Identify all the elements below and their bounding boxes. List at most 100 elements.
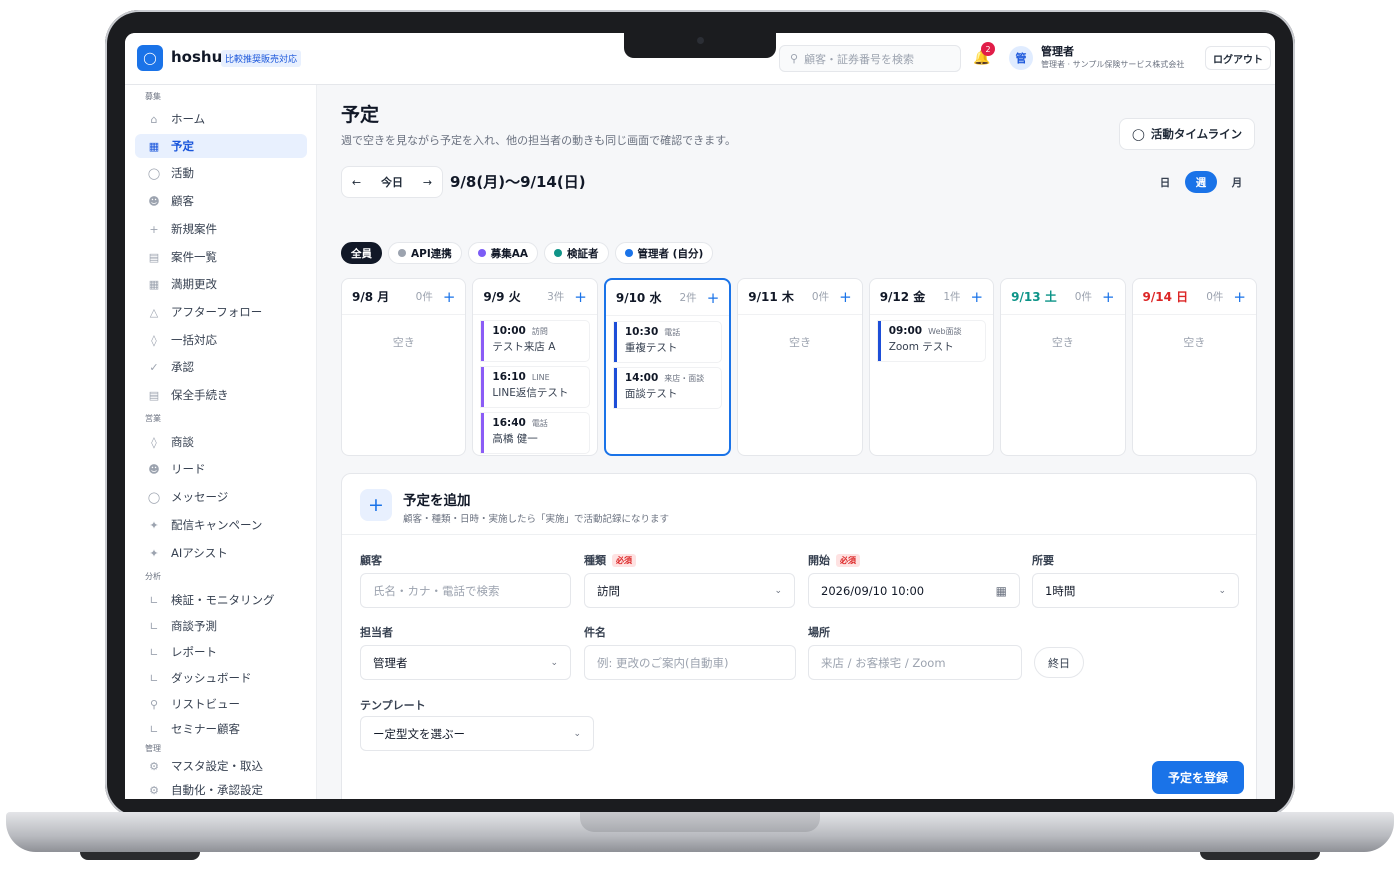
filter-label: 全員	[351, 247, 372, 260]
sidebar-item-forecast[interactable]: ∟ 商談予測	[135, 614, 307, 638]
chart-icon: ∟	[149, 722, 159, 736]
event-card[interactable]: 14:00 来店・面談 面談テスト	[613, 368, 722, 408]
sidebar-item-maintenance[interactable]: ▤ 保全手続き	[135, 383, 307, 407]
day-column-selected[interactable]: 9/10 水 2件 + 10:30 電話 重複テスト 14:00 来店・面談 面談テスト	[603, 278, 732, 456]
add-event-icon[interactable]: +	[839, 288, 852, 306]
event-title: 面談テスト	[624, 388, 678, 400]
sidebar-item-master[interactable]: ⚙ マスタ設定・取込	[135, 754, 307, 778]
layers-icon: ◊	[151, 333, 157, 347]
chevron-down-icon: ⌄	[774, 585, 782, 596]
sidebar-item-seminar[interactable]: ∟ セミナー顧客	[135, 717, 307, 741]
label-text: 場所	[808, 626, 830, 639]
place-input[interactable]: 来店 / お客様宅 / Zoom	[808, 645, 1022, 680]
add-event-icon[interactable]: +	[1102, 288, 1115, 306]
sidebar-item-dashboard[interactable]: ∟ ダッシュボード	[135, 666, 307, 690]
customer-search-input[interactable]: 氏名・カナ・電話で検索	[360, 573, 571, 608]
sidebar-item-customers[interactable]: ☻ 顧客	[135, 189, 307, 213]
day-column[interactable]: 9/13 土 0件 + 空き	[1000, 278, 1126, 456]
view-week[interactable]: 週	[1185, 171, 1217, 193]
sidebar-item-approval[interactable]: ✓ 承認	[135, 355, 307, 379]
filter-admin-self[interactable]: 管理者 (自分)	[614, 242, 714, 264]
sidebar-item-label: 案件一覧	[171, 250, 217, 264]
sidebar-item-leads[interactable]: ☻ リード	[135, 457, 307, 481]
template-select[interactable]: ー定型文を選ぶー ⌄	[360, 716, 594, 751]
next-week-button[interactable]: →	[423, 176, 432, 189]
chevron-down-icon: ⌄	[550, 657, 558, 668]
add-event-icon[interactable]: +	[707, 289, 720, 307]
add-event-icon[interactable]: +	[443, 288, 456, 306]
event-card[interactable]: 09:00 Web面談 Zoom テスト	[877, 321, 986, 361]
filter-all[interactable]: 全員	[341, 242, 382, 264]
assignee-select[interactable]: 管理者 ⌄	[360, 645, 571, 680]
sidebar-item-campaign[interactable]: ✦ 配信キャンペーン	[135, 513, 307, 537]
select-value: ー定型文を選ぶー	[373, 726, 465, 741]
filter-recruit-aa[interactable]: 募集AA	[467, 242, 538, 264]
view-day[interactable]: 日	[1149, 171, 1181, 193]
event-time: 10:00	[492, 325, 526, 337]
day-count: 2件	[679, 292, 697, 304]
sidebar-item-label: 顧客	[171, 194, 194, 208]
filter-verifier[interactable]: 検証者	[544, 242, 609, 264]
label-text: 件名	[584, 626, 606, 639]
user-org: 管理者 · サンプル保険サービス株式会社	[1041, 60, 1185, 69]
filter-api[interactable]: API連携	[388, 242, 462, 264]
register-event-button[interactable]: 予定を登録	[1152, 761, 1244, 794]
event-card[interactable]: 10:00 訪問 テスト来店 A	[481, 321, 589, 361]
day-column[interactable]: 9/8 月 0件 + 空き	[341, 278, 467, 456]
allday-toggle[interactable]: 終日	[1034, 647, 1084, 678]
calendar-icon[interactable]: ▦	[996, 584, 1007, 598]
status-dot-icon	[624, 249, 633, 257]
activity-timeline-button[interactable]: ◯ 活動タイムライン	[1119, 118, 1256, 150]
sidebar-item-messages[interactable]: ◯ メッセージ	[135, 485, 307, 509]
empty-label: 空き	[1051, 336, 1074, 349]
duration-select[interactable]: 1時間 ⌄	[1032, 573, 1239, 608]
sidebar-item-renewal[interactable]: ▦ 満期更改	[135, 272, 307, 296]
status-dot-icon	[554, 249, 562, 257]
divider	[342, 534, 1256, 535]
sidebar-item-list-view[interactable]: ⚲ リストビュー	[135, 692, 307, 716]
view-month[interactable]: 月	[1221, 171, 1253, 193]
add-event-icon[interactable]: +	[1233, 288, 1246, 306]
start-datetime-input[interactable]: 2026/09/10 10:00 ▦	[808, 573, 1020, 608]
search-input[interactable]: ⚲ 顧客・証券番号を検索	[779, 45, 961, 72]
day-column[interactable]: 9/11 木 0件 + 空き	[737, 278, 863, 456]
sidebar-item-activity[interactable]: ◯ 活動	[135, 161, 307, 185]
sidebar-item-monitoring[interactable]: ∟ 検証・モニタリング	[135, 588, 307, 612]
sidebar-item-new-case[interactable]: + 新規案件	[135, 217, 307, 241]
select-value: 訪問	[597, 583, 620, 598]
day-count: 0件	[415, 291, 433, 303]
assignee-label: 担当者	[360, 624, 393, 640]
sidebar-item-label: マスタ設定・取込	[171, 759, 263, 773]
sidebar-item-schedule[interactable]: ▦ 予定	[135, 134, 307, 158]
add-event-icon[interactable]: +	[574, 288, 587, 306]
day-column[interactable]: 9/14 日 0件 + 空き	[1131, 278, 1257, 456]
sidebar-item-label: 検証・モニタリング	[171, 593, 275, 607]
filter-label: 検証者	[567, 247, 599, 260]
sidebar-item-home[interactable]: ⌂ ホーム	[135, 107, 307, 131]
chart-icon: ∟	[149, 593, 159, 607]
add-event-icon[interactable]: +	[971, 288, 984, 306]
event-card[interactable]: 16:10 LINE LINE返信テスト	[481, 367, 589, 407]
subject-input[interactable]: 例: 更改のご案内(自動車)	[584, 645, 796, 680]
day-column[interactable]: 9/12 金 1件 + 09:00 Web面談 Zoom テスト	[868, 278, 995, 456]
sidebar-item-ai-assist[interactable]: ✦ AIアシスト	[135, 541, 307, 565]
day-column[interactable]: 9/9 火 3件 + 10:00 訪問 テスト来店 A 16:10 LINE LINE返信テ…	[472, 278, 598, 456]
sidebar-item-deals[interactable]: ◊ 商談	[135, 430, 307, 454]
template-label: テンプレート	[360, 697, 426, 713]
sidebar-item-after-follow[interactable]: △ アフターフォロー	[135, 300, 307, 324]
logout-button[interactable]: ログアウト	[1205, 46, 1271, 70]
avatar[interactable]: 管	[1009, 46, 1033, 70]
prev-week-button[interactable]: ←	[352, 176, 361, 189]
select-value: 1時間	[1045, 583, 1076, 598]
sidebar-item-label: 予定	[171, 139, 194, 153]
user-name: 管理者	[1041, 45, 1074, 58]
sidebar-item-label: メッセージ	[171, 490, 229, 504]
type-select[interactable]: 訪問 ⌄	[584, 573, 795, 608]
sidebar-item-bulk[interactable]: ◊ 一括対応	[135, 328, 307, 352]
sidebar-item-case-list[interactable]: ▤ 案件一覧	[135, 245, 307, 269]
sidebar-item-report[interactable]: ∟ レポート	[135, 640, 307, 664]
today-button[interactable]: 今日	[381, 174, 403, 190]
sidebar-item-automation[interactable]: ⚙ 自動化・承認設定	[135, 778, 307, 799]
event-card[interactable]: 16:40 電話 高橋 健一	[481, 413, 589, 453]
event-card[interactable]: 10:30 電話 重複テスト	[613, 322, 722, 362]
